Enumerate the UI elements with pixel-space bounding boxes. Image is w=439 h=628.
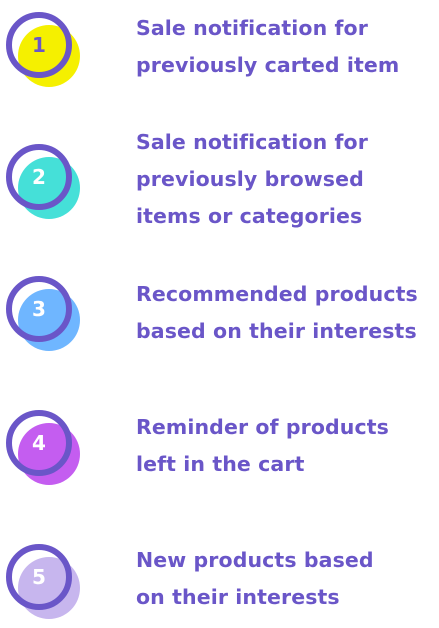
badge-number: 1 bbox=[32, 33, 46, 57]
item-label-line-2: on their interests bbox=[136, 585, 340, 609]
number-badge-1: 1 bbox=[6, 12, 90, 96]
item-label-line-1: Reminder of products bbox=[136, 415, 389, 439]
item-label-line-1: Recommended products bbox=[136, 282, 418, 306]
item-label: Recommended products based on their inte… bbox=[136, 276, 436, 350]
badge-number: 4 bbox=[32, 431, 46, 455]
item-label-line-2: previously carted item bbox=[136, 53, 400, 77]
item-label-line-1: Sale notification for bbox=[136, 16, 368, 40]
item-label-line-2: previously browsed bbox=[136, 167, 364, 191]
number-badge-2: 2 bbox=[6, 144, 90, 228]
number-badge-5: 5 bbox=[6, 544, 90, 628]
item-label: Sale notification for previously browsed… bbox=[136, 124, 436, 235]
number-badge-4: 4 bbox=[6, 410, 90, 494]
list-item-5: 5 New products based on their interests bbox=[0, 540, 439, 619]
list-item-4: 4 Reminder of products left in the cart bbox=[0, 404, 439, 514]
number-badge-3: 3 bbox=[6, 276, 90, 360]
notification-types-list: 1 Sale notification for previously carte… bbox=[0, 0, 439, 619]
item-label-line-1: New products based bbox=[136, 548, 374, 572]
badge-number: 2 bbox=[32, 165, 46, 189]
item-label-line-2: left in the cart bbox=[136, 452, 305, 476]
item-label: Reminder of products left in the cart bbox=[136, 409, 436, 483]
item-label-line-2: based on their interests bbox=[136, 319, 417, 343]
badge-number: 3 bbox=[32, 297, 46, 321]
list-item-3: 3 Recommended products based on their in… bbox=[0, 274, 439, 384]
item-label-line-1: Sale notification for bbox=[136, 130, 368, 154]
badge-number: 5 bbox=[32, 565, 46, 589]
list-item-2: 2 Sale notification for previously brows… bbox=[0, 130, 439, 270]
item-label-line-3: items or categories bbox=[136, 204, 363, 228]
list-item-1: 1 Sale notification for previously carte… bbox=[0, 0, 439, 120]
item-label: New products based on their interests bbox=[136, 542, 436, 616]
item-label: Sale notification for previously carted … bbox=[136, 10, 436, 84]
